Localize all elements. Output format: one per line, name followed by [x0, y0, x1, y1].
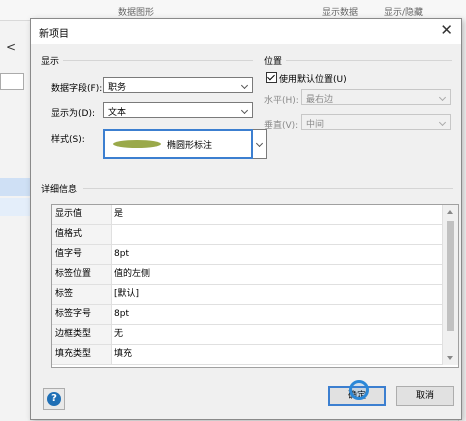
property-value[interactable]: 8pt: [114, 305, 129, 324]
display-group-label: 显示: [41, 57, 60, 67]
horizontal-label: 水平(H):: [264, 96, 299, 106]
horizontal-value: 最右边: [306, 95, 334, 105]
table-row[interactable]: 边框类型 无: [52, 325, 442, 345]
horizontal-select[interactable]: 最右边: [301, 89, 451, 105]
property-key: 显示值: [52, 205, 112, 224]
bg-col-show-hide: 显示/隐藏: [384, 8, 424, 18]
property-key: 边框类型: [52, 325, 112, 344]
details-group-divider: [83, 188, 453, 189]
table-row[interactable]: 显示值 是: [52, 205, 442, 225]
cancel-button[interactable]: 取消: [396, 386, 454, 406]
chevron-down-icon[interactable]: [238, 78, 252, 92]
property-key: 值字号: [52, 245, 112, 264]
dialog-title: 新项目: [39, 29, 69, 40]
property-value[interactable]: 填充: [114, 345, 132, 364]
property-key: 填充类型: [52, 345, 112, 364]
display-as-value: 文本: [108, 108, 127, 118]
use-default-position-label[interactable]: 使用默认位置(U): [279, 72, 347, 85]
background-selected-row[interactable]: [0, 178, 30, 196]
details-property-grid: 显示值 是 值格式 值字号 8pt 标签位置 值的左侧 标签 [默认] 标签字号…: [51, 204, 459, 368]
collapse-icon[interactable]: <: [6, 40, 16, 54]
chevron-down-icon[interactable]: [238, 103, 252, 117]
property-key: 标签位置: [52, 265, 112, 284]
table-row[interactable]: 标签 [默认]: [52, 285, 442, 305]
details-group-label: 详细信息: [41, 185, 78, 195]
table-row[interactable]: 标签位置 值的左侧: [52, 265, 442, 285]
scroll-up-icon[interactable]: [447, 210, 453, 214]
style-label: 样式(S):: [51, 135, 85, 145]
help-button[interactable]: ?: [43, 388, 65, 410]
pointer-cursor-icon: [349, 380, 369, 400]
position-group-divider: [286, 60, 452, 61]
display-as-label: 显示为(D):: [51, 109, 95, 119]
style-value: 椭圆形标注: [167, 141, 213, 151]
table-row[interactable]: 标签字号 8pt: [52, 305, 442, 325]
close-icon[interactable]: ✕: [440, 21, 453, 39]
property-value[interactable]: 值的左侧: [114, 265, 150, 284]
property-key: 标签字号: [52, 305, 112, 324]
vertical-label: 垂直(V):: [264, 121, 299, 131]
data-field-value: 职务: [108, 83, 127, 93]
use-default-position-checkbox[interactable]: [266, 72, 277, 83]
property-key: 标签: [52, 285, 112, 304]
vertical-value: 中间: [306, 120, 325, 130]
details-scrollbar[interactable]: [442, 205, 458, 365]
display-group-divider: [63, 60, 253, 61]
bg-col-show-data: 显示数据: [322, 8, 359, 18]
dialog-titlebar[interactable]: 新项目 ✕: [31, 19, 461, 44]
table-row[interactable]: 值格式: [52, 225, 442, 245]
position-group-label: 位置: [264, 57, 283, 67]
display-as-select[interactable]: 文本: [103, 102, 253, 118]
data-field-label: 数据字段(F):: [51, 84, 103, 94]
style-dropdown-chevron-icon[interactable]: [253, 129, 267, 159]
bg-col-data-graphic: 数据图形: [118, 8, 155, 18]
property-value[interactable]: 8pt: [114, 245, 129, 264]
property-value[interactable]: 无: [114, 325, 123, 344]
new-item-dialog: 新项目 ✕ 显示 数据字段(F): 职务 显示为(D): 文本 样式(S): 椭…: [30, 18, 462, 420]
property-value[interactable]: 是: [114, 205, 123, 224]
help-icon: ?: [47, 392, 61, 406]
table-row[interactable]: 值字号 8pt: [52, 245, 442, 265]
property-value[interactable]: [默认]: [114, 285, 139, 304]
background-search-input[interactable]: [0, 73, 24, 90]
vertical-select[interactable]: 中间: [301, 114, 451, 130]
scroll-down-icon[interactable]: [447, 356, 453, 360]
table-row[interactable]: 填充类型 填充: [52, 345, 442, 365]
data-field-select[interactable]: 职务: [103, 77, 253, 93]
chevron-down-icon[interactable]: [436, 115, 450, 129]
style-select[interactable]: 椭圆形标注: [103, 129, 253, 159]
property-key: 值格式: [52, 225, 112, 244]
ellipse-callout-icon: [113, 140, 161, 148]
background-row[interactable]: [0, 198, 30, 216]
scroll-thumb[interactable]: [447, 221, 454, 331]
chevron-down-icon[interactable]: [436, 90, 450, 104]
